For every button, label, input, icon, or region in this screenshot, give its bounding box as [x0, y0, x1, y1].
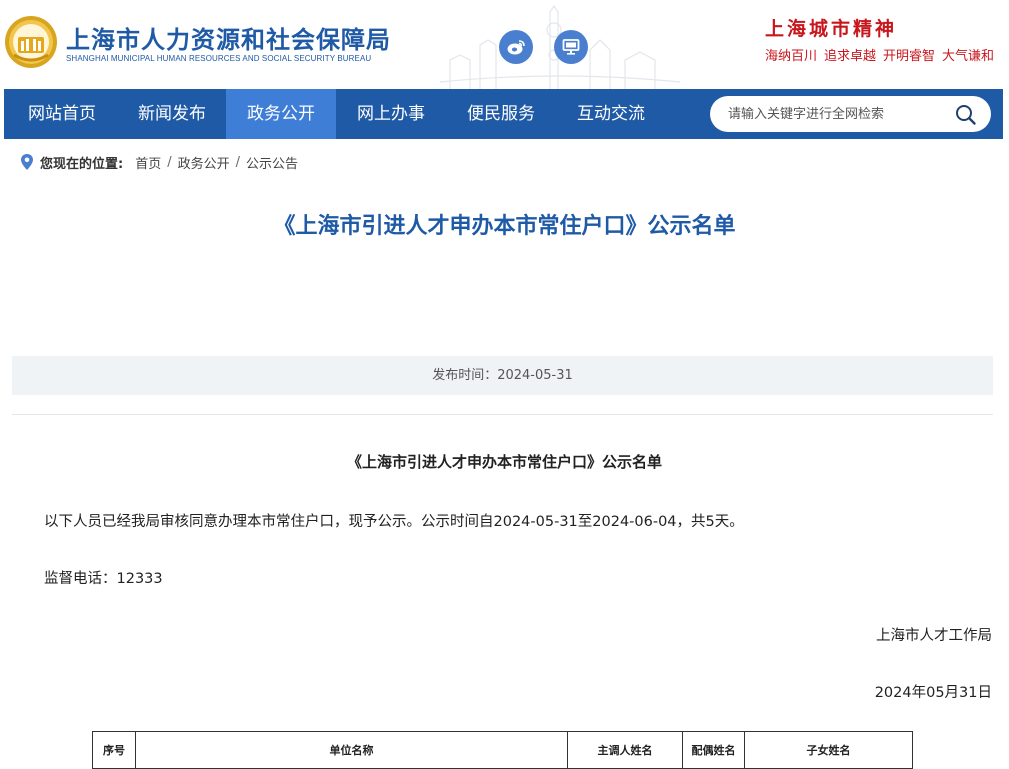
city-spirit-words: 海纳百川 追求卓越 开明睿智 大气谦和 [765, 45, 994, 64]
issue-date: 2024年05月31日 [874, 685, 992, 701]
city-spirit-word: 追求卓越 [824, 49, 877, 64]
search-input[interactable] [728, 96, 948, 132]
nav-item-interaction[interactable]: 互动交流 [556, 89, 666, 139]
breadcrumb-separator: / [235, 154, 241, 170]
intro-paragraph: 以下人员已经我局审核同意办理本市常住户口，现予公示。公示时间自2024-05-3… [44, 514, 744, 530]
publish-info-bar: 发布时间：2024-05-31 [12, 356, 993, 395]
divider [12, 414, 993, 415]
search-icon[interactable] [954, 103, 978, 127]
site-subtitle: SHANGHAI MUNICIPAL HUMAN RESOURCES AND S… [66, 54, 372, 63]
nav-item-convenience-services[interactable]: 便民服务 [446, 89, 556, 139]
nav-item-online-services[interactable]: 网上办事 [336, 89, 446, 139]
nav-item-home[interactable]: 网站首页 [4, 89, 120, 139]
page-title: 《上海市引进人才申办本市常住户口》公示名单 [273, 214, 736, 239]
monitor-icon [562, 39, 580, 55]
content-title: 《上海市引进人才申办本市常住户口》公示名单 [346, 453, 662, 471]
breadcrumb-link-home[interactable]: 首页 [135, 153, 161, 172]
breadcrumb-link-announcements[interactable]: 公示公告 [246, 153, 298, 172]
city-spirit-word: 海纳百川 [765, 49, 818, 64]
location-pin-icon [21, 154, 33, 170]
city-spirit-word: 开明睿智 [883, 49, 936, 64]
weibo-button[interactable] [499, 30, 533, 64]
site-header: 上海市人力资源和社会保障局 SHANGHAI MUNICIPAL HUMAN R… [0, 0, 1009, 89]
breadcrumb-link-government-affairs[interactable]: 政务公开 [178, 153, 230, 172]
nav-item-news[interactable]: 新闻发布 [116, 89, 228, 139]
roster-table: 序号 单位名称 主调人姓名 配偶姓名 子女姓名 [92, 731, 913, 769]
breadcrumb: 您现在的位置: 首页 / 政务公开 / 公示公告 [20, 152, 298, 172]
city-spirit-title: 上海城市精神 [765, 18, 898, 40]
hotline-paragraph: 监督电话：12333 [44, 571, 163, 587]
main-nav: 网站首页 新闻发布 政务公开 网上办事 便民服务 互动交流 [4, 89, 1003, 139]
bureau-logo-icon[interactable] [4, 15, 58, 69]
publish-time: 发布时间：2024-05-31 [432, 368, 573, 383]
nav-item-government-affairs[interactable]: 政务公开 [226, 89, 336, 139]
pc-version-button[interactable] [554, 30, 588, 64]
search-box [710, 96, 991, 132]
breadcrumb-separator: / [167, 154, 172, 170]
site-title[interactable]: 上海市人力资源和社会保障局 [66, 20, 391, 55]
breadcrumb-label: 您现在的位置: [40, 156, 124, 172]
weibo-icon [507, 40, 525, 55]
issuer-signature: 上海市人才工作局 [876, 628, 992, 644]
city-spirit-word: 大气谦和 [942, 49, 995, 64]
